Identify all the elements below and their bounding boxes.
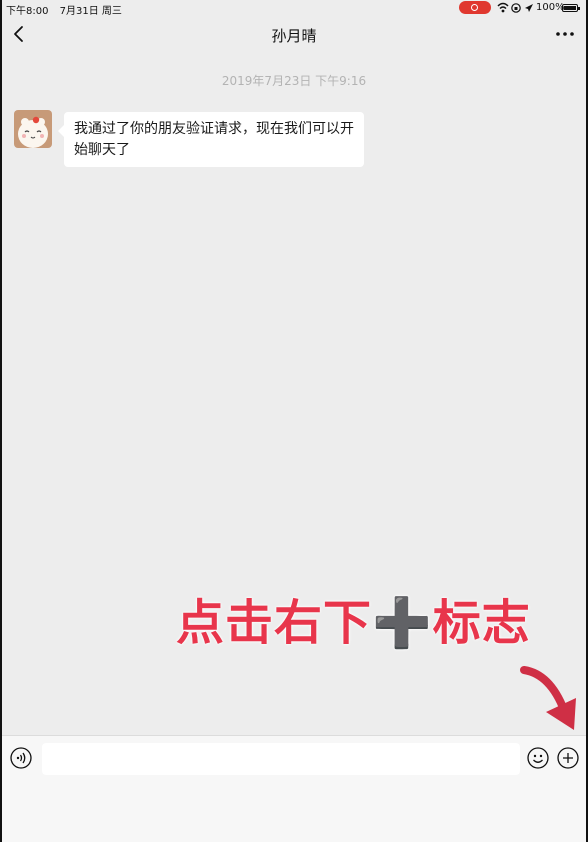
screen-recording-indicator[interactable] [459, 1, 491, 14]
chat-input-bar [2, 735, 586, 781]
chat-title: 孙月晴 [271, 27, 317, 45]
battery-icon [562, 4, 580, 12]
tutorial-annotation: 点击右下➕标志 [176, 583, 531, 653]
curved-arrow-icon [520, 666, 576, 730]
status-icons [497, 2, 533, 13]
more-icon[interactable] [554, 24, 576, 44]
status-bar: 下午8:00 7月31日 周三 100% [0, 0, 588, 17]
emoji-icon[interactable] [527, 747, 549, 769]
screen-frame-left [0, 0, 2, 842]
message-timestamp: 2019年7月23日 下午9:16 [221, 74, 367, 88]
message-text: 我通过了你的朋友验证请求，现在我们可以开始聊天了 [74, 121, 354, 158]
location-icon [525, 4, 533, 12]
annotation-text-1: 点击右下 [176, 595, 373, 651]
nav-bar: 孙月晴 [0, 16, 588, 54]
lock-rotation-icon [511, 3, 521, 13]
voice-icon[interactable] [10, 747, 32, 769]
wifi-icon [497, 2, 509, 13]
message-input[interactable] [42, 743, 520, 775]
message-bubble[interactable]: 我通过了你的朋友验证请求，现在我们可以开始聊天了 [58, 112, 364, 167]
battery-percentage: 100% [536, 2, 565, 13]
contact-avatar[interactable] [14, 110, 52, 148]
plus-icon[interactable] [557, 747, 579, 769]
bottom-panel [2, 781, 586, 842]
status-time-date: 下午8:00 7月31日 周三 [6, 2, 130, 17]
annotation-plus-icon: ➕ [372, 595, 433, 651]
annotation-text-2: 标志 [432, 595, 531, 651]
